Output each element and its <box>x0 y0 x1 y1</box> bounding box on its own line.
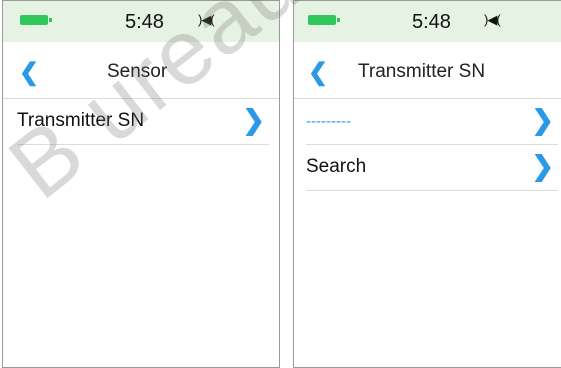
back-button[interactable]: ❮ <box>308 58 328 87</box>
transmitter-sn-row[interactable]: Transmitter SN ❯ <box>17 99 269 145</box>
nav-bar: ❮ Transmitter SN <box>294 42 561 99</box>
chevron-right-icon: ❯ <box>531 151 554 181</box>
transmitter-sn-screen: 5:48 )◀( ❮ Transmitter SN --------- ❯ Se… <box>293 0 561 368</box>
row-label: Transmitter SN <box>17 110 145 131</box>
page-title: Sensor <box>107 61 168 82</box>
back-button[interactable]: ❮ <box>19 58 39 87</box>
row-label: Search <box>306 156 367 177</box>
transmitter-sn-value: --------- <box>306 113 351 130</box>
search-row[interactable]: Search ❯ <box>306 145 558 191</box>
status-bar: 5:48 )◀( <box>294 1 561 42</box>
nav-bar: ❮ Sensor <box>3 42 279 99</box>
battery-icon <box>308 15 340 25</box>
chevron-left-icon: ❮ <box>19 59 40 86</box>
chevron-left-icon: ❮ <box>308 59 329 86</box>
battery-icon <box>20 15 52 25</box>
transmitter-sn-value-row[interactable]: --------- ❯ <box>306 99 558 145</box>
vibrate-icon: )◀( <box>198 12 215 27</box>
status-time: 5:48 <box>412 11 451 33</box>
status-bar: 5:48 )◀( <box>3 1 279 42</box>
sensor-screen: 5:48 )◀( ❮ Sensor Transmitter SN ❯ <box>2 0 280 368</box>
status-time: 5:48 <box>125 11 164 33</box>
vibrate-icon: )◀( <box>484 12 501 27</box>
chevron-right-icon: ❯ <box>242 105 265 135</box>
chevron-right-icon: ❯ <box>531 105 554 135</box>
page-title: Transmitter SN <box>358 61 486 82</box>
